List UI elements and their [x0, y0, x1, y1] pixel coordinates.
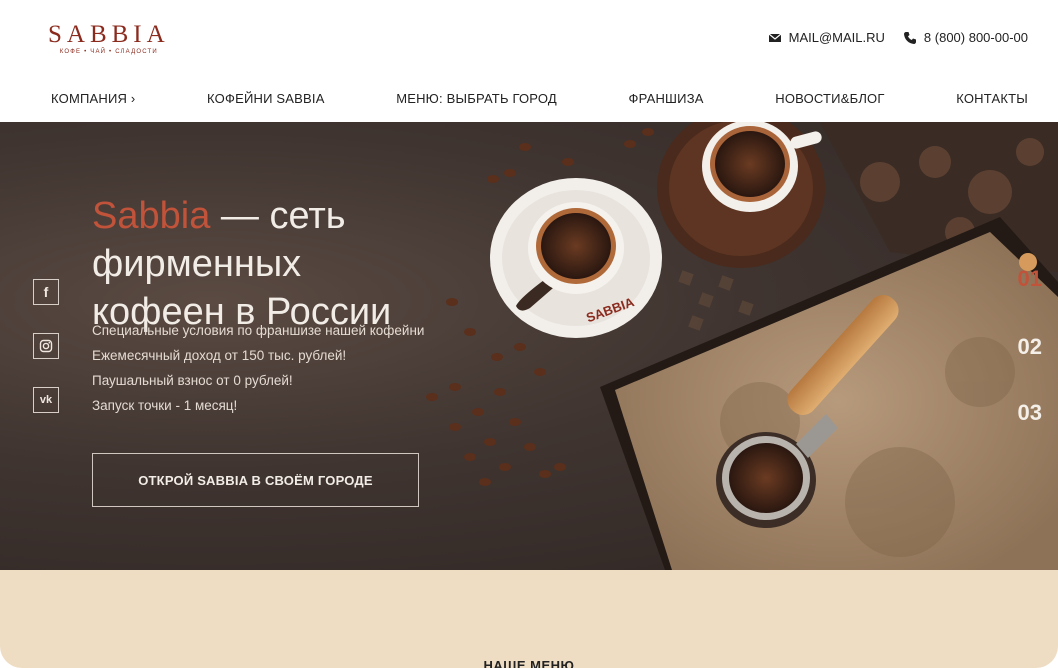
vk-icon: vk	[39, 394, 53, 406]
logo-text: SABBIA	[48, 21, 170, 48]
slide-1-indicator[interactable]: 01	[1018, 266, 1042, 292]
hero-benefit-1: Специальные условия по франшизе нашей ко…	[92, 323, 425, 338]
mail-icon	[768, 33, 782, 42]
nav-item-news-blog[interactable]: НОВОСТИ&БЛОГ	[775, 91, 884, 106]
instagram-icon	[39, 339, 53, 353]
hero-slider: SABBIA Sabbia — сеть фирменных кофеен в …	[0, 122, 1058, 570]
header-top: SABBIA КОФЕ • ЧАЙ • СЛАДОСТИ MAIL@MAIL.R…	[0, 0, 1058, 75]
open-sabbia-button[interactable]: ОТКРОЙ SABBIA В СВОЁМ ГОРОДЕ	[92, 453, 419, 507]
facebook-link[interactable]: f	[33, 279, 59, 305]
nav-item-contacts[interactable]: КОНТАКТЫ	[956, 91, 1028, 106]
page: SABBIA КОФЕ • ЧАЙ • СЛАДОСТИ MAIL@MAIL.R…	[0, 0, 1058, 668]
menu-section: НАШЕ МЕНЮ	[0, 570, 1058, 668]
header-contacts: MAIL@MAIL.RU 8 (800) 800-00-00	[768, 30, 1028, 45]
phone-icon	[903, 31, 916, 44]
hero-benefits: Специальные условия по франшизе нашей ко…	[92, 318, 424, 418]
nav-item-menu-city[interactable]: МЕНЮ: ВЫБРАТЬ ГОРОД	[396, 91, 557, 106]
phone-contact[interactable]: 8 (800) 800-00-00	[903, 30, 1028, 45]
hero-benefit-4: Запуск точки - 1 месяц!	[92, 398, 238, 413]
instagram-link[interactable]	[33, 333, 59, 359]
hero-title: Sabbia — сеть фирменных кофеен в России	[92, 192, 552, 336]
logo-tagline: КОФЕ • ЧАЙ • СЛАДОСТИ	[59, 49, 158, 55]
nav-item-company[interactable]: КОМПАНИЯ ›	[51, 91, 135, 106]
main-nav: КОМПАНИЯ › КОФЕЙНИ SABBIA МЕНЮ: ВЫБРАТЬ …	[0, 74, 1058, 122]
hero-title-accent: Sabbia	[92, 195, 211, 237]
phone-text: 8 (800) 800-00-00	[923, 30, 1028, 45]
email-contact[interactable]: MAIL@MAIL.RU	[768, 30, 885, 45]
hero-benefit-2: Ежемесячный доход от 150 тыс. рублей!	[92, 348, 347, 363]
nav-item-franchise[interactable]: ФРАНШИЗА	[629, 91, 704, 106]
slide-3-indicator[interactable]: 03	[1018, 400, 1042, 426]
slide-2-indicator[interactable]: 02	[1018, 334, 1042, 360]
hero-benefit-3: Паушальный взнос от 0 рублей!	[92, 373, 293, 388]
logo[interactable]: SABBIA КОФЕ • ЧАЙ • СЛАДОСТИ	[48, 22, 170, 55]
vk-link[interactable]: vk	[33, 387, 59, 413]
email-text: MAIL@MAIL.RU	[788, 30, 885, 45]
nav-item-coffeeshops[interactable]: КОФЕЙНИ SABBIA	[207, 91, 325, 106]
facebook-icon: f	[43, 284, 49, 300]
menu-section-title: НАШЕ МЕНЮ	[483, 658, 575, 668]
